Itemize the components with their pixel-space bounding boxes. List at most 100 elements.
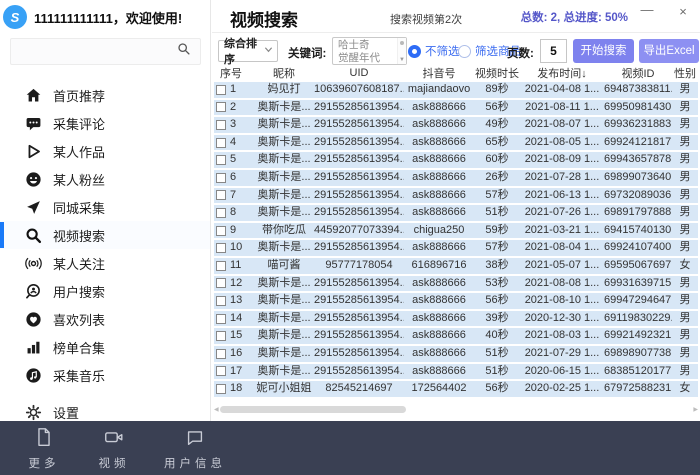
keywords-input[interactable]: 哈士奇 觉醒年代 ▼ xyxy=(332,37,407,65)
cell-uid: 29155285613954... xyxy=(314,276,404,292)
sidebar-item-8[interactable]: 用户搜索 xyxy=(0,277,210,305)
sidebar-item-1[interactable]: 首页推荐 xyxy=(0,81,210,109)
sidebar-item-label: 采集音乐 xyxy=(53,366,105,385)
row-checkbox[interactable] xyxy=(216,296,226,306)
sidebar-search-input[interactable] xyxy=(10,38,201,65)
table-row[interactable]: 15奥斯卡是...29155285613954...ask88866640秒20… xyxy=(214,328,698,344)
sidebar-item-2[interactable]: 采集评论 xyxy=(0,109,210,137)
row-checkbox[interactable] xyxy=(216,138,226,148)
bottombar-item-3[interactable]: 用户信息 xyxy=(164,426,226,471)
cell-video-id: 69732089036... xyxy=(604,188,672,204)
sidebar-item-9[interactable]: 喜欢列表 xyxy=(0,305,210,333)
table-row[interactable]: 5奥斯卡是...29155285613954...ask88866660秒202… xyxy=(214,152,698,168)
table-row[interactable]: 7奥斯卡是...29155285613954...ask88866657秒202… xyxy=(214,188,698,204)
sort-select[interactable]: 综合排序 xyxy=(218,40,278,62)
sidebar-item-3[interactable]: 某人作品 xyxy=(0,137,210,165)
row-checkbox[interactable] xyxy=(216,208,226,218)
cell-index: 15 xyxy=(214,328,254,344)
sidebar-item-7[interactable]: 某人关注 xyxy=(0,249,210,277)
cell-index: 17 xyxy=(214,364,254,380)
export-excel-button[interactable]: 导出Excel xyxy=(639,39,699,63)
cell-duration: 89秒 xyxy=(474,82,520,98)
bottombar-item-2[interactable]: 视频 xyxy=(94,426,134,471)
cell-gender: 男 xyxy=(672,293,698,309)
row-checkbox[interactable] xyxy=(216,173,226,183)
cell-publish-time: 2021-08-10 1... xyxy=(520,293,604,309)
row-checkbox[interactable] xyxy=(216,349,226,359)
cell-douyin-id: 172564402 xyxy=(404,381,474,397)
col-header[interactable]: 昵称 xyxy=(254,65,314,81)
start-search-button[interactable]: 开始搜索 xyxy=(573,39,634,63)
row-checkbox[interactable] xyxy=(216,226,226,236)
sidebar-item-11[interactable]: 采集音乐 xyxy=(0,361,210,389)
sidebar-item-4[interactable]: 某人粉丝 xyxy=(0,165,210,193)
row-checkbox[interactable] xyxy=(216,331,226,341)
col-header[interactable]: 视频时长 xyxy=(474,65,520,81)
table-row[interactable]: 18妮可小姐姐8254521469717256440256秒2020-02-25… xyxy=(214,381,698,397)
table-row[interactable]: 17奥斯卡是...29155285613954...ask88866651秒20… xyxy=(214,364,698,380)
row-checkbox[interactable] xyxy=(216,384,226,394)
close-button[interactable]: × xyxy=(674,4,692,19)
table-row[interactable]: 11喵可酱9577717805461689671638秒2021-05-07 1… xyxy=(214,258,698,274)
keywords-scrollbar[interactable]: ▼ xyxy=(397,38,406,64)
table-row[interactable]: 9带你吃瓜44592077073394...chigua25059秒2021-0… xyxy=(214,223,698,239)
user-search-icon xyxy=(25,283,42,300)
table-row[interactable]: 8奥斯卡是...29155285613954...ask88866651秒202… xyxy=(214,205,698,221)
sort-select-value: 综合排序 xyxy=(224,35,264,67)
row-checkbox[interactable] xyxy=(216,278,226,288)
table-row[interactable]: 12奥斯卡是...29155285613954...ask88866653秒20… xyxy=(214,276,698,292)
table-row[interactable]: 1妈见打10639607608187...majiandaovo89秒2021-… xyxy=(214,82,698,98)
table-row[interactable]: 16奥斯卡是...29155285613954...ask88866651秒20… xyxy=(214,346,698,362)
scrollbar-thumb[interactable] xyxy=(220,406,406,413)
welcome-bar: S 111111111111，欢迎使用! xyxy=(0,0,210,29)
row-checkbox[interactable] xyxy=(216,314,226,324)
row-checkbox[interactable] xyxy=(216,85,226,95)
sidebar-item-5[interactable]: 同城采集 xyxy=(0,193,210,221)
minimize-button[interactable]: — xyxy=(638,2,656,17)
col-header[interactable]: UID xyxy=(314,67,404,79)
row-index: 6 xyxy=(230,170,236,186)
cell-video-id: 69950981430... xyxy=(604,100,672,116)
cell-nickname: 奥斯卡是... xyxy=(254,188,314,204)
bottombar-item-label: 用户信息 xyxy=(164,455,226,471)
cell-douyin-id: ask888666 xyxy=(404,276,474,292)
table-row[interactable]: 6奥斯卡是...29155285613954...ask88866626秒202… xyxy=(214,170,698,186)
scroll-right-icon[interactable]: ▶ xyxy=(693,406,698,413)
cell-duration: 59秒 xyxy=(474,223,520,239)
cell-index: 11 xyxy=(214,258,254,274)
row-checkbox[interactable] xyxy=(216,120,226,130)
col-header[interactable]: 抖音号 xyxy=(404,65,474,81)
keyword-label: 关键词: xyxy=(288,45,326,61)
row-checkbox[interactable] xyxy=(216,102,226,112)
col-header[interactable]: 性别 xyxy=(672,65,698,81)
bottombar-item-1[interactable]: 更多 xyxy=(24,426,64,471)
sidebar-item-6[interactable]: 视频搜索 xyxy=(0,221,210,249)
col-header[interactable]: 发布时间↓ xyxy=(520,65,604,81)
radio-checked-icon xyxy=(408,45,421,58)
col-header[interactable]: 序号 xyxy=(214,65,254,81)
row-checkbox[interactable] xyxy=(216,261,226,271)
table-row[interactable]: 14奥斯卡是...29155285613954...ask88866639秒20… xyxy=(214,311,698,327)
row-checkbox[interactable] xyxy=(216,190,226,200)
row-checkbox[interactable] xyxy=(216,155,226,165)
row-checkbox[interactable] xyxy=(216,243,226,253)
cell-duration: 38秒 xyxy=(474,258,520,274)
radio-no-filter[interactable]: 不筛选 xyxy=(408,43,460,59)
row-checkbox[interactable] xyxy=(216,366,226,376)
table-row[interactable]: 2奥斯卡是...29155285613954...ask88866656秒202… xyxy=(214,100,698,116)
scroll-left-icon[interactable]: ◀ xyxy=(214,406,219,413)
table-row[interactable]: 4奥斯卡是...29155285613954...ask88866665秒202… xyxy=(214,135,698,151)
sidebar-item-10[interactable]: 榜单合集 xyxy=(0,333,210,361)
horizontal-scrollbar[interactable]: ◀ ▶ xyxy=(212,404,700,416)
pages-input[interactable]: 5 xyxy=(540,39,567,63)
cell-uid: 29155285613954... xyxy=(314,346,404,362)
col-header[interactable]: 视频ID xyxy=(604,65,672,81)
cell-video-id: 67972588231... xyxy=(604,381,672,397)
bottom-toolbar: 更多视频用户信息 xyxy=(0,421,700,475)
table-row[interactable]: 13奥斯卡是...29155285613954...ask88866656秒20… xyxy=(214,293,698,309)
row-index: 3 xyxy=(230,117,236,133)
cell-gender: 男 xyxy=(672,346,698,362)
table-row[interactable]: 3奥斯卡是...29155285613954...ask88866649秒202… xyxy=(214,117,698,133)
table-row[interactable]: 10奥斯卡是...29155285613954...ask88866657秒20… xyxy=(214,240,698,256)
sidebar-item-label: 某人粉丝 xyxy=(53,170,105,189)
